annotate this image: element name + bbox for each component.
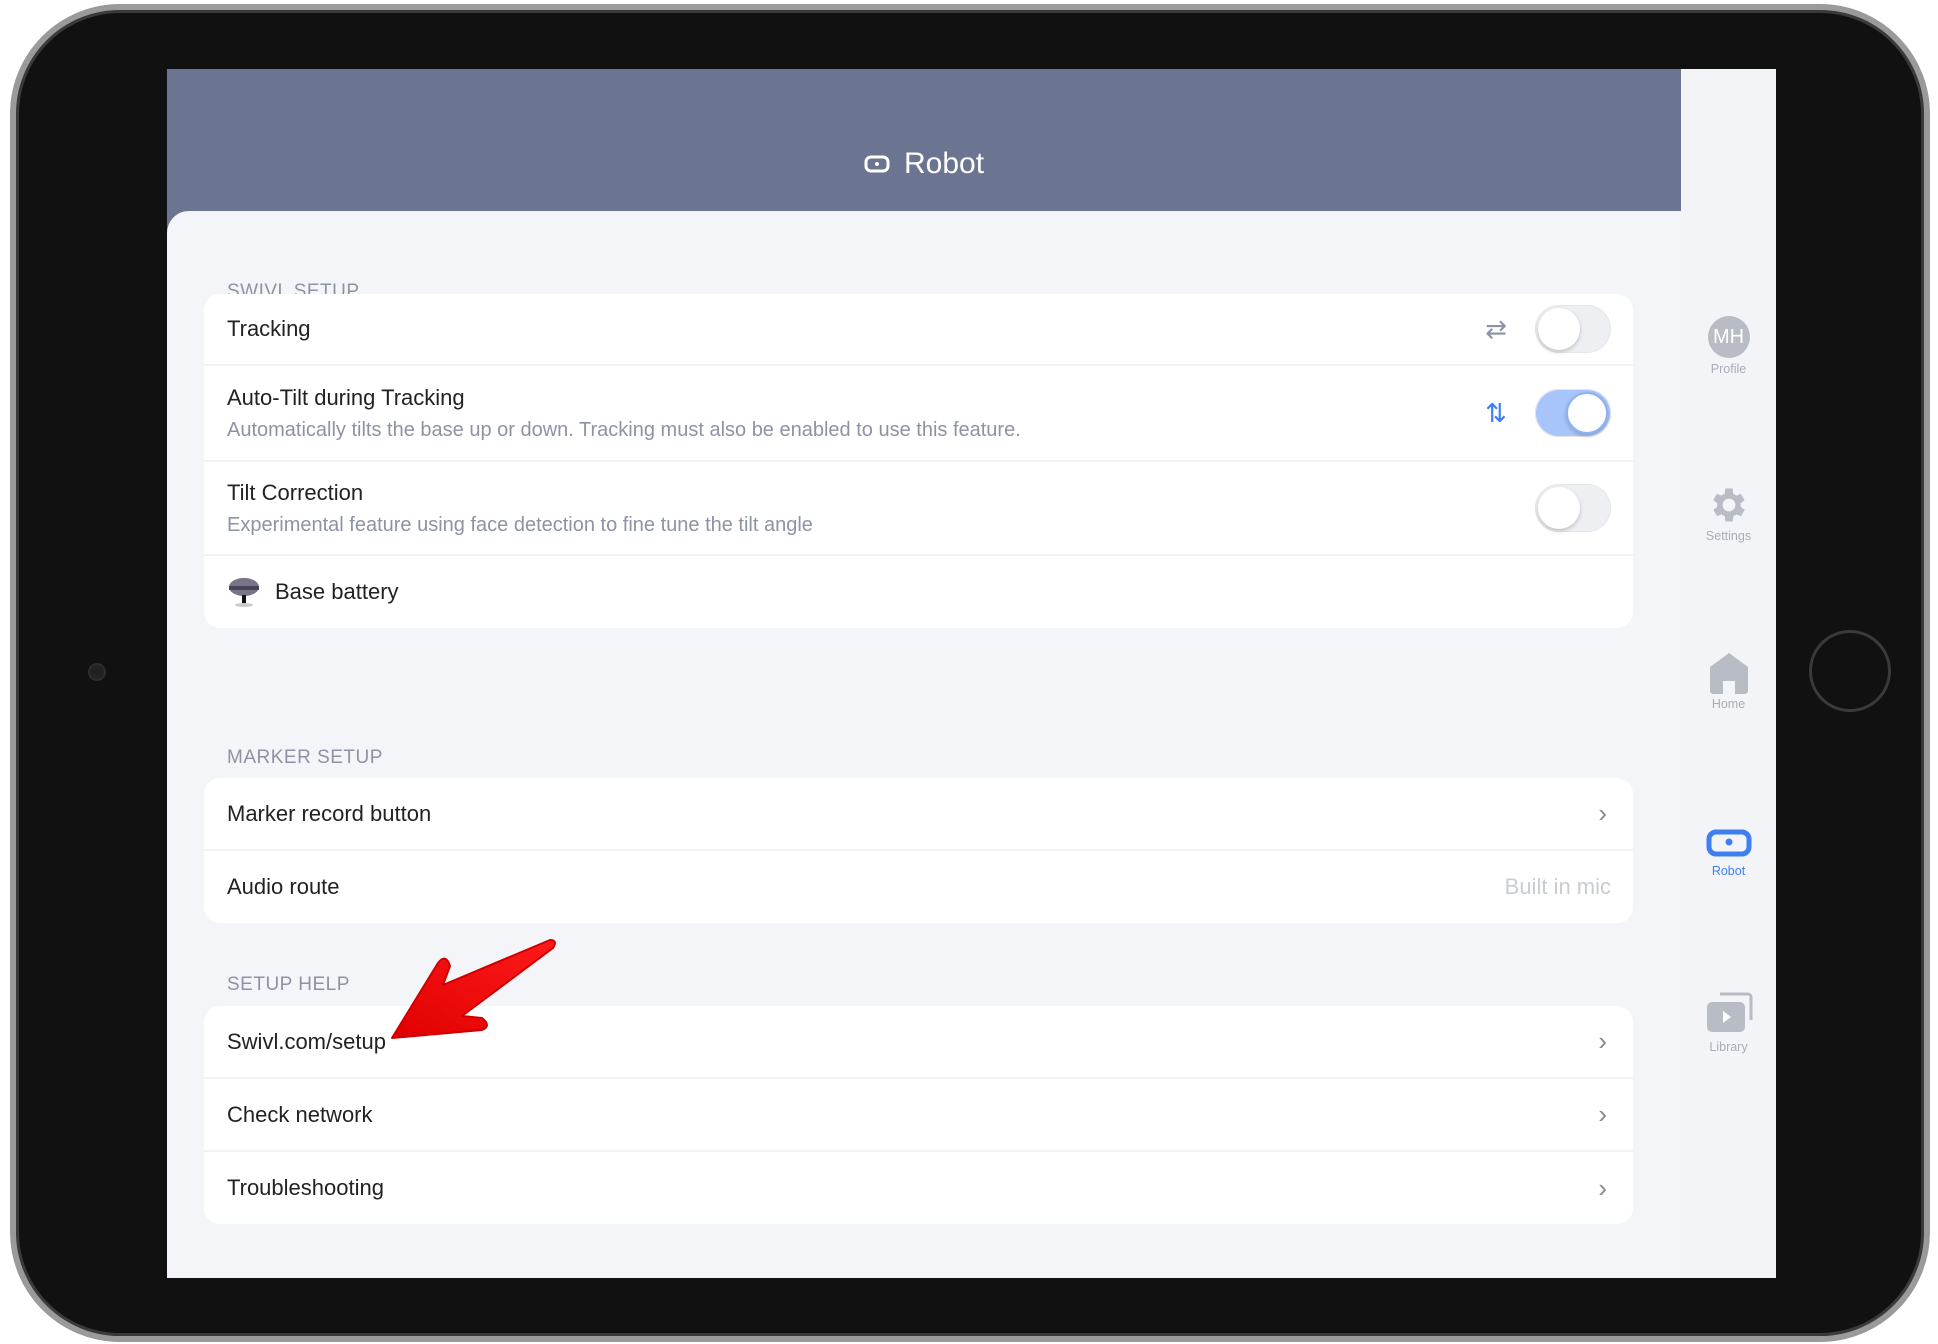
- robot-icon: [864, 155, 890, 173]
- settings-content: SWIVL SETUP Tracking ⇄ Auto-Tilt during …: [167, 211, 1681, 1278]
- tracking-toggle[interactable]: [1535, 305, 1611, 353]
- avatar: MH: [1707, 316, 1750, 358]
- sidebar-item-robot[interactable]: Robot: [1681, 828, 1776, 878]
- page-title: Robot: [903, 147, 985, 180]
- sidebar-item-settings[interactable]: Settings: [1681, 483, 1776, 543]
- row-label: Audio route: [227, 874, 340, 899]
- row-swivl-setup-link[interactable]: Swivl.com/setup ›: [204, 1006, 1633, 1079]
- sidebar-item-label: Profile: [1710, 362, 1747, 376]
- row-label: Check network: [227, 1101, 373, 1127]
- base-icon: [229, 578, 259, 607]
- marker-setup-card: Marker record button › Audio route Built…: [204, 778, 1633, 923]
- page-header: Robot: [167, 69, 1681, 211]
- front-camera: [88, 663, 106, 681]
- sidebar-item-profile[interactable]: MH Profile: [1681, 316, 1776, 376]
- row-label: Tracking: [227, 316, 311, 341]
- sidebar-item-label: Library: [1709, 1040, 1748, 1054]
- row-base-battery[interactable]: Base battery: [204, 556, 1633, 628]
- section-title-setup-help: SETUP HELP: [227, 974, 350, 995]
- sidebar-item-label: Settings: [1705, 529, 1752, 543]
- row-label: Base battery: [275, 579, 399, 604]
- row-subtitle: Experimental feature using face detectio…: [227, 513, 813, 536]
- row-label: Marker record button: [227, 800, 432, 826]
- sidebar-item-library[interactable]: Library: [1681, 990, 1776, 1054]
- sidebar-item-label: Robot: [1711, 864, 1746, 878]
- row-check-network[interactable]: Check network ›: [204, 1079, 1633, 1152]
- swivl-setup-card: Tracking ⇄ Auto-Tilt during Tracking Auto…: [204, 294, 1633, 628]
- sidebar-item-home[interactable]: Home: [1681, 651, 1776, 711]
- sidebar-nav: MH Profile Settings Home Robot Library: [1681, 69, 1776, 1278]
- section-title-marker-setup: MARKER SETUP: [227, 747, 383, 768]
- gear-icon: [1712, 488, 1745, 522]
- up-down-arrows-icon: ⇅: [1485, 397, 1507, 428]
- chevron-right-icon: ›: [1598, 1172, 1607, 1203]
- audio-route-value: Built in mic: [1504, 874, 1611, 899]
- chevron-right-icon: ›: [1598, 798, 1607, 828]
- swap-arrows-icon: ⇄: [1485, 313, 1507, 344]
- tilt-correction-toggle[interactable]: [1535, 484, 1611, 532]
- setup-help-card: Swivl.com/setup › Check network › Troubl…: [204, 1006, 1633, 1224]
- row-marker-record-button[interactable]: Marker record button ›: [204, 778, 1633, 851]
- robot-icon: [1706, 829, 1751, 857]
- home-hardware-button[interactable]: [1809, 630, 1891, 712]
- row-label: Troubleshooting: [227, 1175, 384, 1200]
- row-auto-tilt[interactable]: Auto-Tilt during Tracking Automatically t…: [204, 366, 1633, 462]
- row-audio-route[interactable]: Audio route Built in mic: [204, 851, 1633, 923]
- row-tilt-correction[interactable]: Tilt Correction Experimental feature usin…: [204, 462, 1633, 556]
- row-tracking[interactable]: Tracking ⇄: [204, 294, 1633, 366]
- row-label: Auto-Tilt during Tracking: [227, 384, 465, 410]
- row-label: Swivl.com/setup: [227, 1028, 386, 1054]
- auto-tilt-toggle[interactable]: [1535, 389, 1611, 437]
- home-icon: [1709, 653, 1748, 694]
- library-icon: [1706, 992, 1752, 1032]
- chevron-right-icon: ›: [1598, 1099, 1607, 1129]
- row-label: Tilt Correction: [227, 479, 364, 505]
- chevron-right-icon: ›: [1598, 1026, 1607, 1056]
- sidebar-item-label: Home: [1711, 697, 1746, 711]
- row-troubleshooting[interactable]: Troubleshooting ›: [204, 1152, 1633, 1224]
- app-screen: Robot SWIVL SETUP Tracking ⇄ Auto-Tilt d…: [167, 69, 1776, 1278]
- row-subtitle: Automatically tilts the base up or down.…: [227, 418, 1021, 441]
